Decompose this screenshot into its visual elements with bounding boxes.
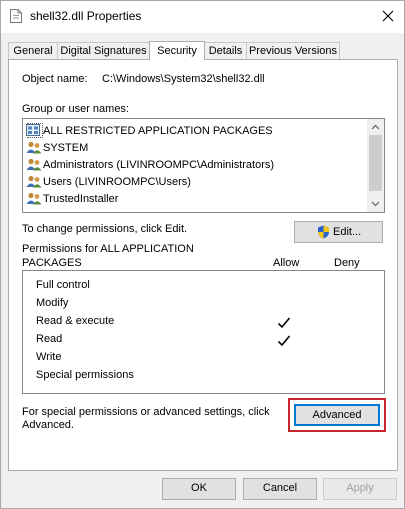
uac-shield-icon [318, 225, 329, 239]
tab-security[interactable]: Security [149, 41, 205, 60]
close-icon[interactable] [381, 9, 395, 23]
permission-row: Full control [36, 279, 90, 291]
object-name-label: Object name: [22, 73, 88, 85]
list-item-label: Users (LIVINROOMPC\Users) [43, 176, 191, 188]
checkmark-icon [277, 317, 291, 329]
group-label: Group or user names: [22, 103, 129, 115]
permissions-header: Permissions for ALL APPLICATION [22, 243, 194, 255]
title-bar: shell32.dll Properties [1, 1, 404, 33]
users-icon [26, 158, 42, 171]
tab-previous-versions[interactable]: Previous Versions [246, 42, 340, 59]
checkmark-icon [277, 335, 291, 347]
app-packages-icon [26, 124, 40, 136]
change-permissions-hint: To change permissions, click Edit. [22, 223, 188, 235]
permission-row: Modify [36, 297, 69, 309]
users-icon [26, 175, 42, 188]
chevron-up-icon[interactable] [371, 124, 380, 130]
permission-row: Read & execute [36, 315, 115, 327]
properties-window: shell32.dll Properties General Digital S… [0, 0, 405, 509]
permission-row: Write [36, 351, 62, 363]
scroll-thumb[interactable] [369, 135, 382, 191]
advanced-hint: For special permissions or advanced sett… [22, 406, 270, 418]
window-title: shell32.dll Properties [30, 9, 142, 23]
apply-button[interactable]: Apply [323, 478, 397, 500]
list-item-label: TrustedInstaller [43, 193, 119, 205]
permissions-list: Full control Modify Read & execute Read … [22, 270, 385, 394]
ok-button[interactable]: OK [162, 478, 236, 500]
tab-details[interactable]: Details [204, 42, 247, 59]
list-item-label: ALL RESTRICTED APPLICATION PACKAGES [43, 125, 273, 137]
file-icon [10, 9, 22, 23]
tab-general[interactable]: General [8, 42, 58, 59]
deny-column-header: Deny [334, 257, 360, 269]
permissions-header-cont: PACKAGES [22, 257, 82, 269]
user-list[interactable]: ALL RESTRICTED APPLICATION PACKAGES SYST… [22, 118, 385, 213]
permission-row: Read [36, 333, 63, 345]
chevron-down-icon[interactable] [371, 201, 380, 207]
advanced-button[interactable]: Advanced [294, 404, 380, 426]
tab-digital-signatures[interactable]: Digital Signatures [57, 42, 150, 59]
advanced-hint-cont: Advanced. [22, 419, 74, 431]
users-icon [26, 141, 42, 154]
scrollbar[interactable] [367, 119, 384, 212]
list-item-label: Administrators (LIVINROOMPC\Administrato… [43, 159, 275, 171]
edit-button-label: Edit... [333, 226, 362, 238]
security-panel: Object name: C:\Windows\System32\shell32… [8, 59, 398, 471]
allow-column-header: Allow [273, 257, 300, 269]
object-name-value: C:\Windows\System32\shell32.dll [102, 73, 265, 85]
edit-button[interactable]: Edit... [294, 221, 383, 243]
users-icon [26, 192, 42, 205]
cancel-button[interactable]: Cancel [243, 478, 317, 500]
permission-row: Special permissions [36, 369, 134, 381]
list-item-label: SYSTEM [43, 142, 89, 154]
